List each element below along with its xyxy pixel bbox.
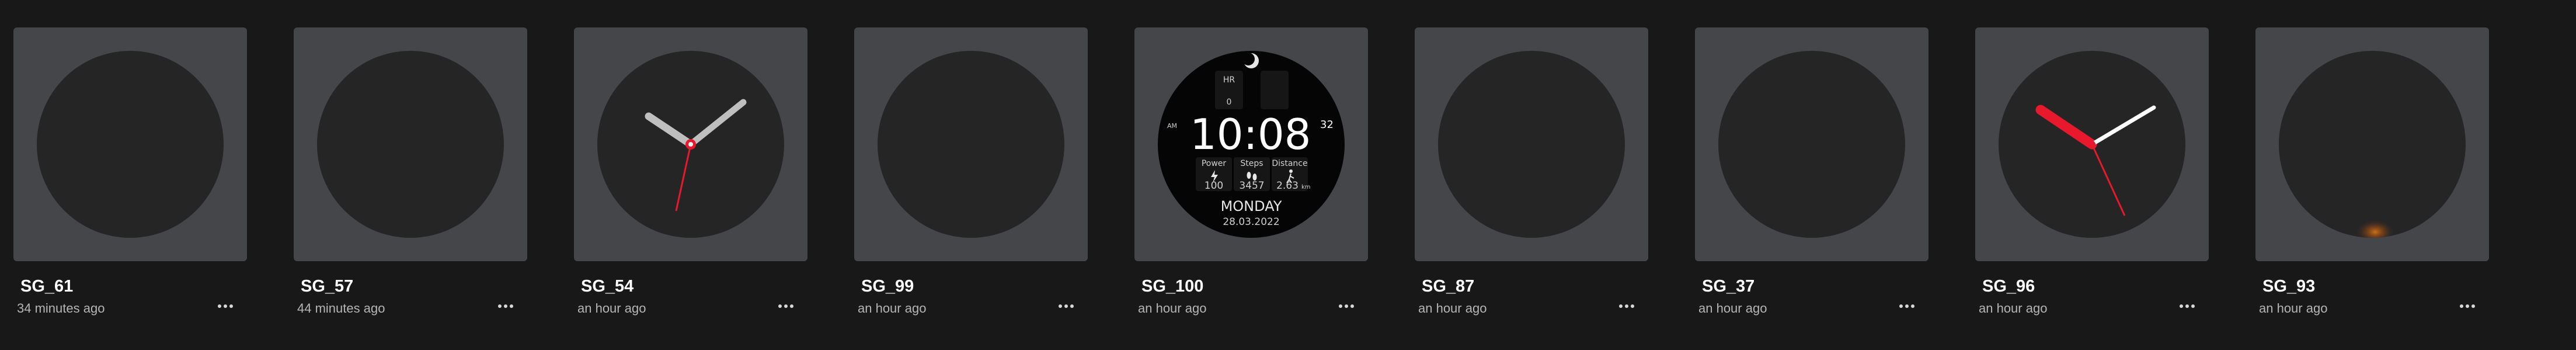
watch-face-title: SG_96 [1982,277,2035,296]
watch-face-card[interactable]: SG_96 an hour ago [1975,27,2209,316]
moon-icon [1242,53,1259,68]
watch-face-title: SG_99 [861,277,914,296]
watch-face-card[interactable]: SG_87 an hour ago [1415,27,1648,316]
steps-value: 3457 [1239,180,1264,192]
distance-value: 2.63 [1276,180,1299,192]
watch-face-card[interactable]: SG_54 an hour ago [574,27,807,316]
watch-face-title: SG_37 [1702,277,1755,296]
watch-face-preview [597,51,784,238]
power-value: 100 [1205,180,1223,192]
date-label: 28.03.2022 [1223,216,1279,228]
digital-watch-face: HR 0 AM 10:08 32 Power Steps Distance 10… [1167,53,1334,228]
watch-face-preview [37,51,224,238]
seconds-display: 32 [1320,119,1334,131]
ampm-label: AM [1167,122,1177,130]
more-options-icon[interactable] [2454,296,2481,316]
watch-face-card[interactable]: SG_93 an hour ago [2255,27,2489,316]
watch-face-thumbnail[interactable] [13,27,247,261]
steps-label: Steps [1240,159,1263,168]
watch-face-thumbnail[interactable] [1975,27,2209,261]
more-options-icon[interactable] [2174,296,2201,316]
modified-time: an hour ago [2259,301,2328,316]
hr-label: HR [1223,75,1235,85]
hr-value: 0 [1227,98,1232,107]
power-label: Power [1202,159,1227,168]
modified-time: 44 minutes ago [297,301,385,316]
watch-face-preview: HR 0 AM 10:08 32 Power Steps Distance 10… [1158,51,1345,238]
watch-face-preview [1718,51,1905,238]
watch-face-thumbnail[interactable] [294,27,527,261]
modified-time: an hour ago [858,301,927,316]
watch-face-title: SG_57 [301,277,354,296]
time-display: 10:08 [1190,110,1311,159]
watch-face-gallery: SG_61 34 minutes ago SG_57 44 minutes ag… [0,0,2576,350]
watch-face-title: SG_100 [1141,277,1204,296]
watch-face-card[interactable]: SG_99 an hour ago [854,27,1088,316]
watch-face-preview [878,51,1064,238]
more-options-icon[interactable] [1053,296,1080,316]
glow-decoration [2355,219,2395,238]
watch-face-title: SG_87 [1422,277,1475,296]
watch-face-preview [1438,51,1625,238]
watch-face-thumbnail[interactable] [1695,27,1928,261]
watch-face-thumbnail[interactable] [574,27,807,261]
watch-face-card[interactable]: SG_57 44 minutes ago [294,27,527,316]
analog-clock-hands [2035,105,2156,216]
watch-face-preview [2279,51,2466,238]
watch-face-title: SG_61 [20,277,74,296]
watch-face-card[interactable]: HR 0 AM 10:08 32 Power Steps Distance 10… [1134,27,1368,316]
modified-time: an hour ago [1418,301,1487,316]
more-options-icon[interactable] [492,296,519,316]
watch-face-card[interactable]: SG_37 an hour ago [1695,27,1928,316]
watch-face-card[interactable]: SG_61 34 minutes ago [13,27,247,316]
modified-time: an hour ago [577,301,646,316]
distance-label: Distance [1272,159,1307,168]
watch-face-thumbnail[interactable]: HR 0 AM 10:08 32 Power Steps Distance 10… [1134,27,1368,261]
watch-face-preview [1999,51,2185,238]
watch-face-thumbnail[interactable] [1415,27,1648,261]
day-label: MONDAY [1221,198,1282,214]
watch-face-thumbnail[interactable] [854,27,1088,261]
analog-clock-hands [645,99,747,212]
distance-unit: km [1301,184,1311,190]
modified-time: an hour ago [1138,301,1207,316]
more-options-icon[interactable] [1893,296,1920,316]
more-options-icon[interactable] [212,296,239,316]
modified-time: 34 minutes ago [17,301,105,316]
watch-face-preview [317,51,504,238]
watch-face-title: SG_54 [581,277,634,296]
watch-face-title: SG_93 [2262,277,2316,296]
modified-time: an hour ago [1698,301,1767,316]
more-options-icon[interactable] [1613,296,1640,316]
modified-time: an hour ago [1979,301,2048,316]
more-options-icon[interactable] [1333,296,1360,316]
watch-face-thumbnail[interactable] [2255,27,2489,261]
more-options-icon[interactable] [772,296,799,316]
